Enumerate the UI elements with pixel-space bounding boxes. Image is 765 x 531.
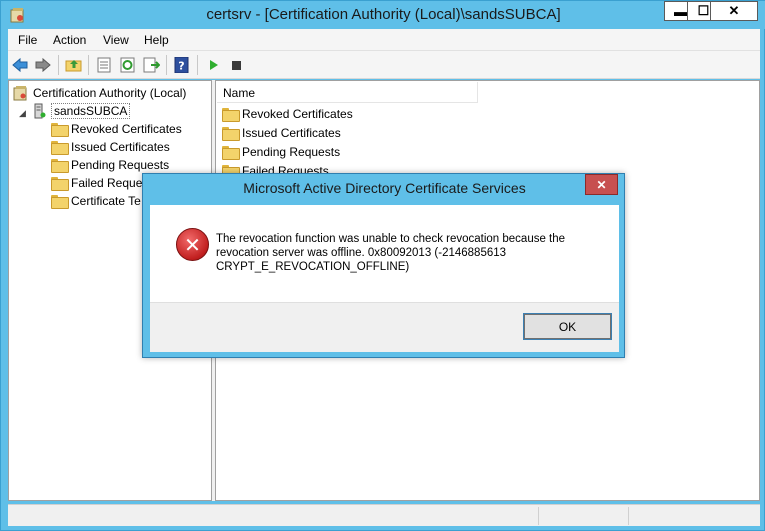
tree-item-certificate-templates[interactable]: Certificate Te xyxy=(51,192,141,210)
start-service-icon[interactable] xyxy=(205,57,223,73)
refresh-icon[interactable] xyxy=(119,57,137,73)
status-segment xyxy=(538,507,628,525)
tree-item-revoked-certificates[interactable]: Revoked Certificates xyxy=(51,120,182,138)
toolbar-separator xyxy=(88,55,89,75)
toolbar-separator xyxy=(166,55,167,75)
dialog-close-button[interactable]: ✕ xyxy=(585,174,618,195)
close-button[interactable]: ✕ xyxy=(710,1,758,21)
folder-icon xyxy=(51,159,69,173)
folder-icon xyxy=(51,177,69,191)
tree-item-pending-requests[interactable]: Pending Requests xyxy=(51,156,169,174)
tree-item-failed-requests[interactable]: Failed Reques xyxy=(51,174,148,192)
close-icon: ✕ xyxy=(596,177,607,192)
minimize-icon: ▬ xyxy=(674,3,687,19)
maximize-icon: ☐ xyxy=(697,3,710,18)
menu-help[interactable]: Help xyxy=(144,33,169,47)
dialog-body: ✕ The revocation function was unable to … xyxy=(150,205,619,302)
column-header-name[interactable]: Name xyxy=(217,82,478,103)
tree-item-root[interactable]: Certification Authority (Local) xyxy=(13,84,186,102)
tree-item-issued-certificates[interactable]: Issued Certificates xyxy=(51,138,170,156)
forward-arrow-icon[interactable] xyxy=(34,57,52,73)
list-item[interactable]: Pending Requests xyxy=(222,142,340,161)
certificate-authority-icon xyxy=(13,86,27,101)
dialog-title: Microsoft Active Directory Certificate S… xyxy=(243,180,526,196)
folder-icon xyxy=(51,195,69,209)
list-item[interactable]: Issued Certificates xyxy=(222,123,341,142)
menu-view[interactable]: View xyxy=(103,33,129,47)
close-icon: ✕ xyxy=(728,3,740,18)
up-folder-icon[interactable] xyxy=(65,57,83,73)
svg-text:?: ? xyxy=(178,60,184,73)
folder-icon xyxy=(222,145,240,160)
menu-file[interactable]: File xyxy=(18,33,37,47)
back-arrow-icon[interactable] xyxy=(11,57,29,73)
list-item[interactable]: Revoked Certificates xyxy=(222,104,353,123)
help-icon[interactable]: ? xyxy=(173,57,191,73)
status-bar xyxy=(8,504,760,526)
folder-icon xyxy=(222,126,240,141)
expand-arrow-icon[interactable]: ◢ xyxy=(19,108,26,119)
menu-bar: File Action View Help xyxy=(8,29,760,51)
error-icon: ✕ xyxy=(176,228,209,261)
folder-icon xyxy=(51,123,69,137)
tree-item-server[interactable]: sandsSUBCA xyxy=(31,102,131,120)
ca-server-icon xyxy=(34,103,46,119)
toolbar-separator xyxy=(197,55,198,75)
status-segment xyxy=(628,507,760,525)
export-list-icon[interactable] xyxy=(142,57,160,73)
folder-icon xyxy=(222,107,240,122)
toolbar-separator xyxy=(58,55,59,75)
menu-action[interactable]: Action xyxy=(53,33,86,47)
window-title: certsrv - [Certification Authority (Loca… xyxy=(206,6,561,23)
error-dialog: Microsoft Active Directory Certificate S… xyxy=(142,173,625,358)
folder-icon xyxy=(51,141,69,155)
stop-service-icon[interactable] xyxy=(228,57,246,73)
properties-icon[interactable] xyxy=(95,57,113,73)
toolbar: ? xyxy=(8,51,760,79)
title-bar[interactable]: certsrv - [Certification Authority (Loca… xyxy=(1,1,765,29)
dialog-footer: OK xyxy=(150,302,619,352)
error-message: The revocation function was unable to ch… xyxy=(216,233,566,273)
ok-button[interactable]: OK xyxy=(523,313,612,340)
